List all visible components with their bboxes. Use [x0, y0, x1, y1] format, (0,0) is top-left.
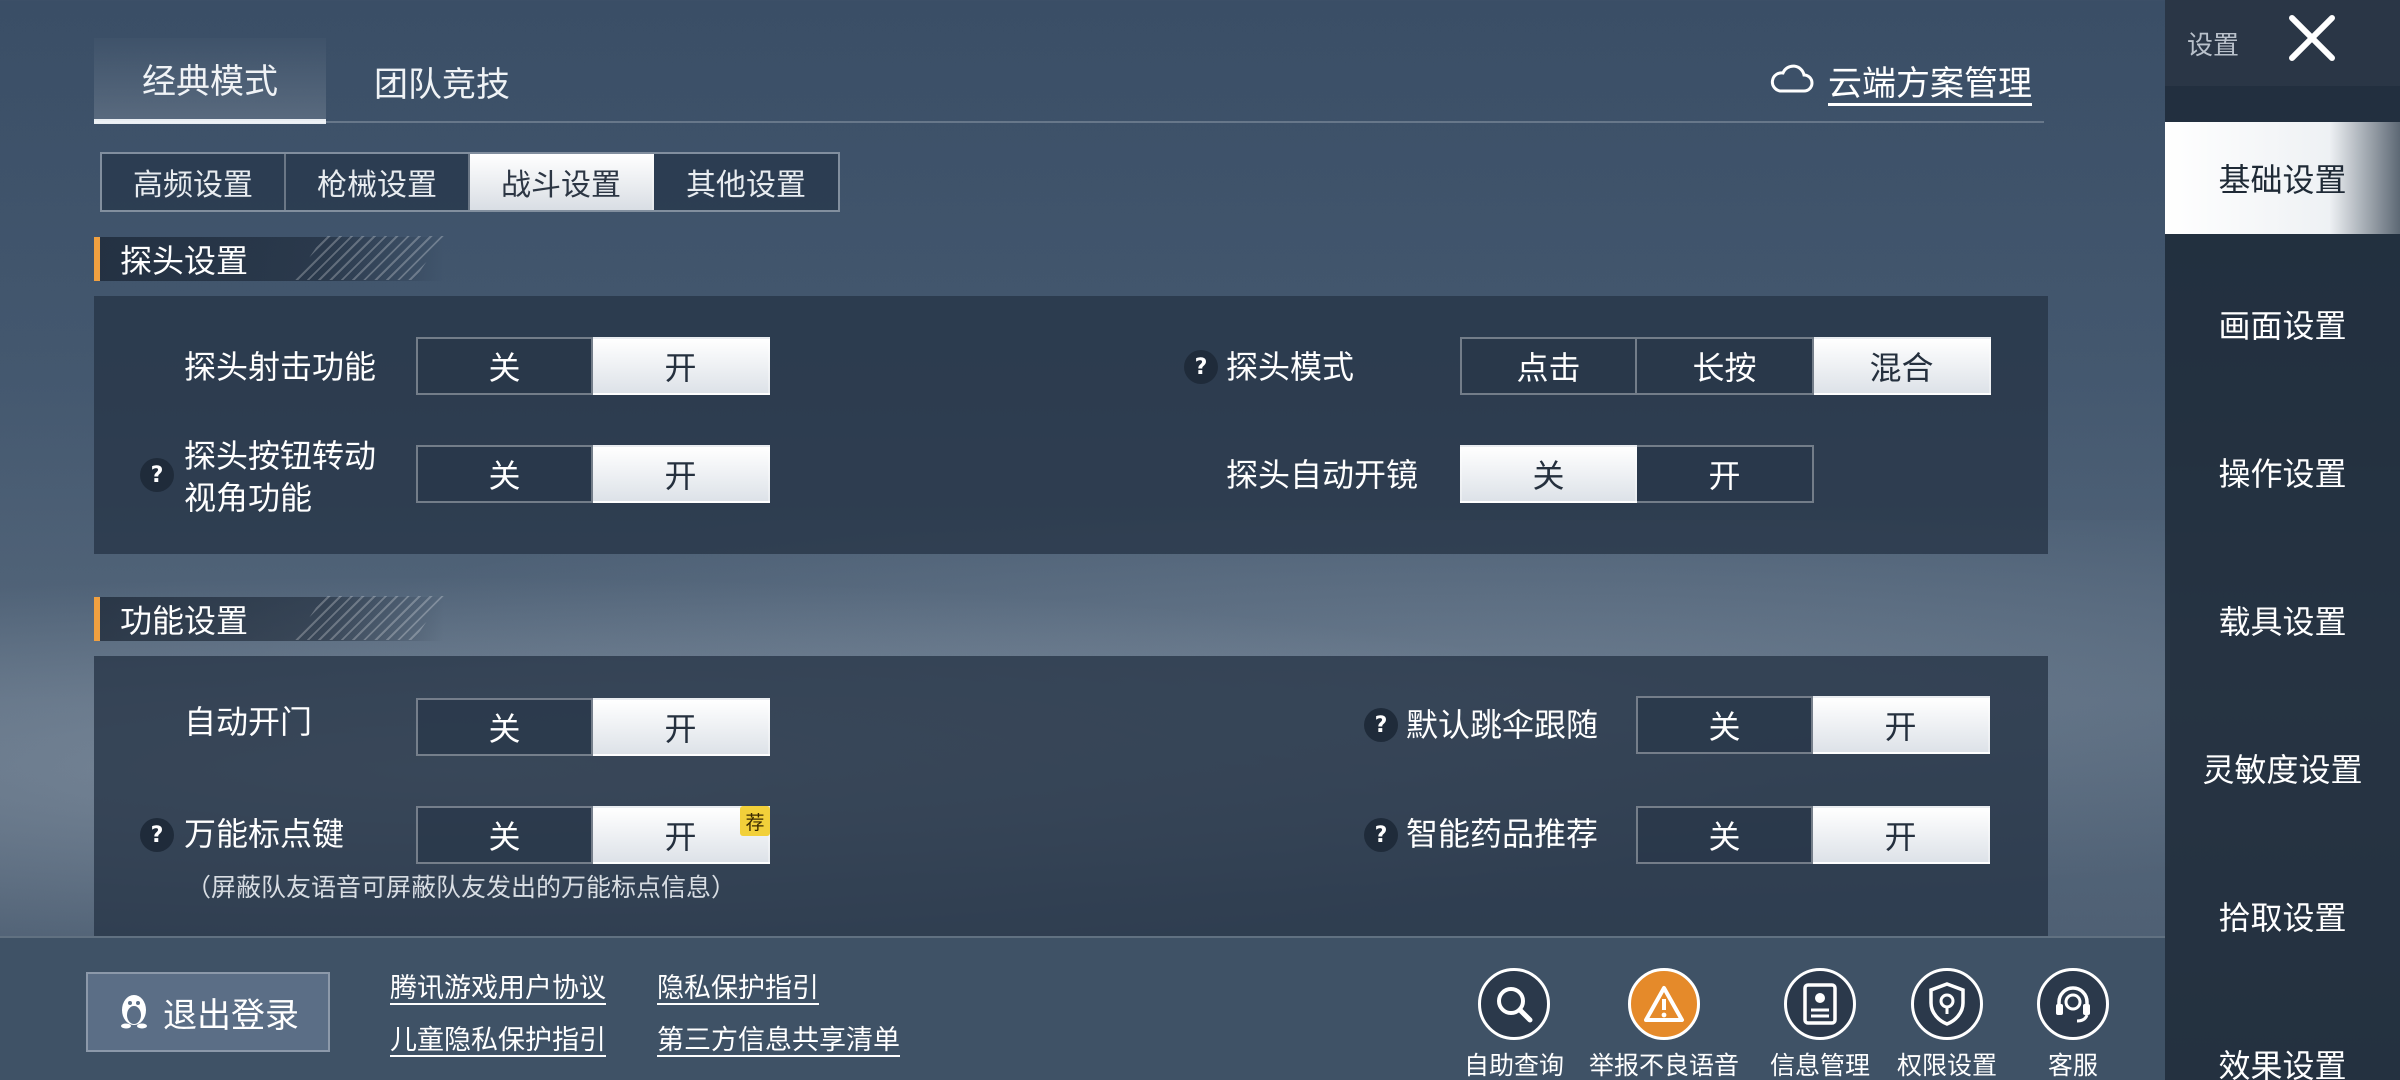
sidebar-item-basic-settings[interactable]: 基础设置: [2165, 122, 2400, 234]
cloud-plan-management-label: 云端方案管理: [1828, 64, 2032, 104]
universal-marker-toggle: 关 开 荐: [416, 806, 770, 864]
sidebar-item-pickup-settings[interactable]: 拾取设置: [2165, 860, 2400, 972]
customer-service-label: 客服: [2047, 1051, 2098, 1080]
cloud-icon: [1768, 63, 1814, 99]
child-privacy-link[interactable]: 儿童隐私保护指引: [390, 1018, 606, 1057]
peek-auto-scope-off-option[interactable]: 关: [1460, 445, 1637, 503]
customer-service-button[interactable]: 客服: [2003, 968, 2143, 1080]
tab-classic-mode[interactable]: 经典模式: [94, 38, 326, 124]
tab-combat-settings[interactable]: 战斗设置: [470, 154, 654, 210]
help-icon[interactable]: ?: [1184, 350, 1218, 384]
headset-icon: [2037, 968, 2109, 1040]
report-voice-button[interactable]: 举报不良语音: [1589, 968, 1739, 1080]
parachute-follow-toggle: 关 开: [1636, 696, 1990, 754]
help-icon[interactable]: ?: [1364, 708, 1398, 742]
close-button[interactable]: [2273, 6, 2351, 74]
penguin-icon: [117, 991, 151, 1033]
tab-other-settings[interactable]: 其他设置: [654, 154, 838, 210]
bottom-bar: 退出登录 腾讯游戏用户协议 隐私保护指引 儿童隐私保护指引 第三方信息共享清单 …: [0, 936, 2165, 1080]
peek-fire-on-option[interactable]: 开: [593, 337, 770, 395]
peek-mode-selector: 点击 长按 混合: [1460, 337, 1991, 395]
universal-marker-note: （屏蔽队友语音可屏蔽队友发出的万能标点信息）: [186, 873, 737, 902]
mode-tabs: 经典模式 团队竞技: [94, 38, 558, 124]
smart-medicine-toggle: 关 开: [1636, 806, 1990, 864]
help-icon[interactable]: ?: [140, 818, 174, 852]
help-icon[interactable]: ?: [140, 458, 174, 492]
settings-sub-tabs: 高频设置 枪械设置 战斗设置 其他设置: [100, 152, 840, 212]
peek-mode-tap-option[interactable]: 点击: [1460, 337, 1637, 395]
parachute-follow-label: 默认跳伞跟随: [1406, 706, 1599, 744]
permission-settings-button[interactable]: 权限设置: [1877, 968, 2017, 1080]
peek-mode-hold-option[interactable]: 长按: [1637, 337, 1814, 395]
sidebar-item-display-settings[interactable]: 画面设置: [2165, 268, 2400, 380]
parachute-follow-off-option[interactable]: 关: [1636, 696, 1813, 754]
tab-team-deathmatch[interactable]: 团队竞技: [326, 38, 558, 124]
peek-rotate-label-line1: 探头按钮转动: [184, 437, 377, 475]
smart-medicine-off-option[interactable]: 关: [1636, 806, 1813, 864]
peek-mode-mixed-option[interactable]: 混合: [1814, 337, 1991, 395]
tab-high-frequency-settings[interactable]: 高频设置: [102, 154, 286, 210]
sidebar-item-effect-settings[interactable]: 效果设置: [2165, 1008, 2400, 1080]
auto-door-toggle: 关 开: [416, 698, 770, 756]
self-service-query-button[interactable]: 自助查询: [1444, 968, 1584, 1080]
main-content: 经典模式 团队竞技 云端方案管理 高频设置 枪械设置 战斗设置 其他设置 探头设…: [0, 0, 2165, 936]
peek-auto-scope-on-option[interactable]: 开: [1637, 445, 1814, 503]
id-card-icon: [1784, 968, 1856, 1040]
parachute-follow-on-option[interactable]: 开: [1813, 696, 1990, 754]
universal-marker-on-label: 开: [664, 818, 697, 856]
smart-medicine-label: 智能药品推荐: [1406, 815, 1599, 853]
universal-marker-off-option[interactable]: 关: [416, 806, 593, 864]
close-icon: [2284, 12, 2340, 68]
peek-rotate-on-option[interactable]: 开: [593, 445, 770, 503]
sidebar-title: 设置: [2187, 30, 2240, 61]
section-header-function: 功能设置: [94, 596, 444, 642]
divider: [94, 121, 2044, 123]
universal-marker-on-option[interactable]: 开 荐: [593, 806, 770, 864]
tab-weapon-settings[interactable]: 枪械设置: [286, 154, 470, 210]
permission-settings-label: 权限设置: [1896, 1051, 1997, 1080]
sidebar-item-vehicle-settings[interactable]: 载具设置: [2165, 564, 2400, 676]
logout-label: 退出登录: [163, 995, 299, 1036]
settings-sidebar: 设置 基础设置 画面设置 操作设置 载具设置 灵敏度设置 拾取设置 效果设置: [2165, 0, 2400, 1080]
cloud-plan-management-link[interactable]: 云端方案管理: [1768, 56, 2032, 105]
peek-auto-scope-label: 探头自动开镜: [1226, 456, 1419, 494]
smart-medicine-on-option[interactable]: 开: [1813, 806, 1990, 864]
logout-button[interactable]: 退出登录: [86, 972, 330, 1052]
privacy-guide-link[interactable]: 隐私保护指引: [657, 966, 819, 1005]
report-voice-label: 举报不良语音: [1589, 1051, 1740, 1080]
search-icon: [1478, 968, 1550, 1040]
peek-settings-panel: 探头射击功能 关 开 ? 探头模式 点击 长按 混合 ? 探头按钮转动 视角功能…: [94, 296, 2048, 554]
peek-fire-toggle: 关 开: [416, 337, 770, 395]
peek-fire-label: 探头射击功能: [184, 348, 377, 386]
section-header-peek: 探头设置: [94, 236, 444, 282]
info-management-label: 信息管理: [1769, 1051, 1870, 1080]
self-service-query-label: 自助查询: [1463, 1051, 1564, 1080]
shield-lock-icon: [1911, 968, 1983, 1040]
warning-icon: [1628, 968, 1700, 1040]
sidebar-item-sensitivity-settings[interactable]: 灵敏度设置: [2165, 712, 2400, 824]
user-agreement-link[interactable]: 腾讯游戏用户协议: [390, 966, 606, 1005]
info-management-button[interactable]: 信息管理: [1750, 968, 1890, 1080]
recommended-badge: 荐: [740, 806, 770, 836]
peek-auto-scope-toggle: 关 开: [1460, 445, 1814, 503]
universal-marker-label: 万能标点键: [184, 815, 345, 853]
auto-door-off-option[interactable]: 关: [416, 698, 593, 756]
third-party-sharing-link[interactable]: 第三方信息共享清单: [657, 1018, 900, 1057]
peek-mode-label: 探头模式: [1226, 348, 1355, 386]
auto-door-label: 自动开门: [184, 703, 313, 741]
peek-rotate-label-line2: 视角功能: [184, 479, 313, 517]
peek-rotate-off-option[interactable]: 关: [416, 445, 593, 503]
function-settings-panel: 自动开门 关 开 ? 默认跳伞跟随 关 开 ? 万能标点键 关 开 荐 （屏蔽队…: [94, 656, 2048, 936]
help-icon[interactable]: ?: [1364, 818, 1398, 852]
auto-door-on-option[interactable]: 开: [593, 698, 770, 756]
sidebar-item-control-settings[interactable]: 操作设置: [2165, 416, 2400, 528]
peek-fire-off-option[interactable]: 关: [416, 337, 593, 395]
peek-rotate-toggle: 关 开: [416, 445, 770, 503]
